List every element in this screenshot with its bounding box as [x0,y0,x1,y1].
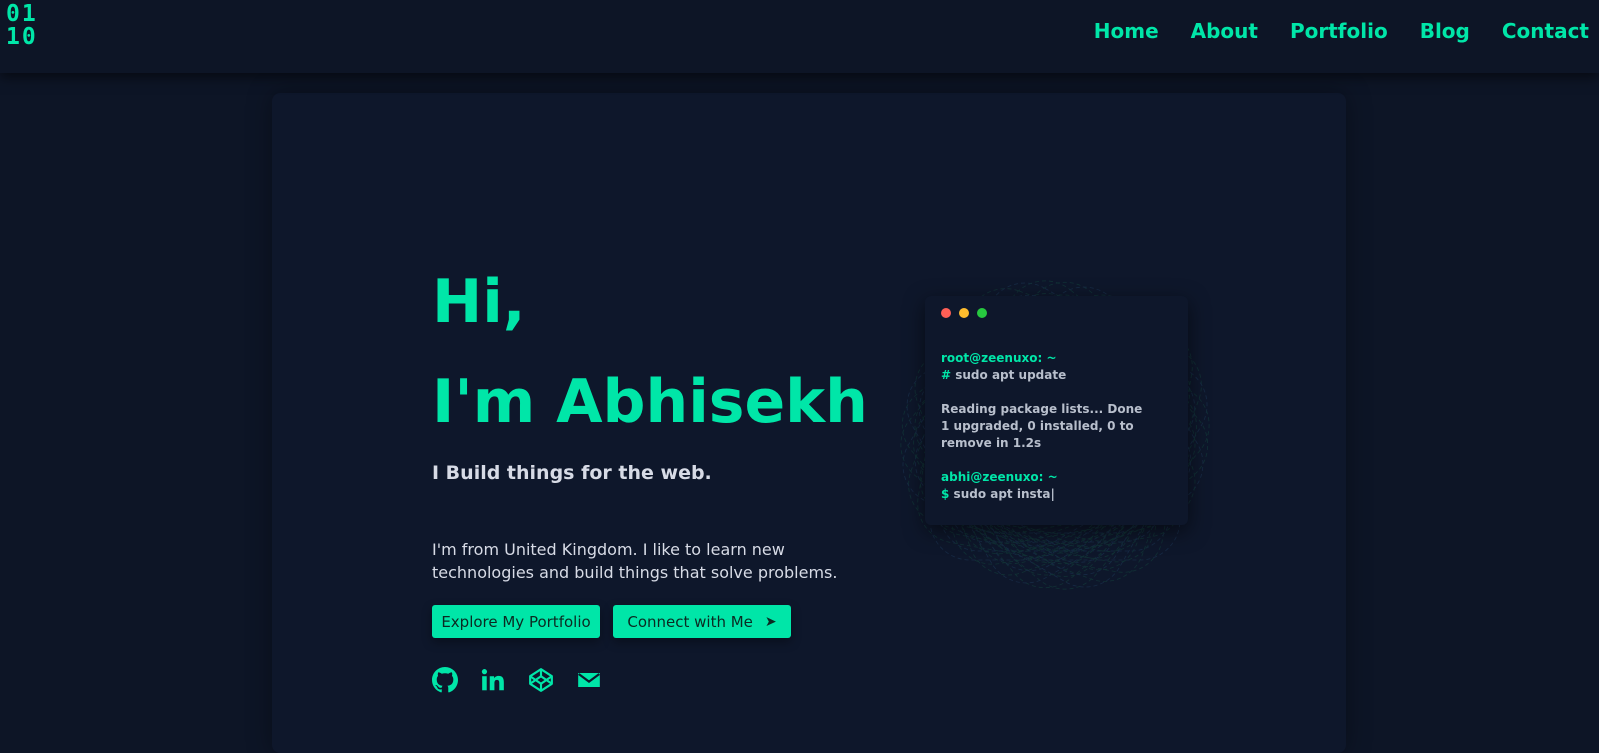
nav-blog[interactable]: Blog [1420,16,1470,46]
send-icon: ➤ [764,613,777,630]
hero-greeting: Hi, [432,267,526,337]
maximize-dot-icon [977,308,987,318]
terminal-command: sudo apt insta| [953,487,1055,501]
terminal-output: root@zeenuxo: ~ # sudo apt update Readin… [941,350,1177,503]
terminal-prompt: # [941,368,952,382]
terminal-output-line: Reading package lists... Done [941,402,1143,416]
terminal-command-line: $ sudo apt insta| [941,486,1177,503]
hero-name: I'm Abhisekh [432,367,868,437]
terminal-window: root@zeenuxo: ~ # sudo apt update Readin… [925,296,1188,525]
hero-tagline: I Build things for the web. [432,462,712,484]
linkedin-icon[interactable] [480,667,506,693]
explore-portfolio-button[interactable]: Explore My Portfolio [432,605,600,638]
nav-portfolio[interactable]: Portfolio [1290,16,1388,46]
terminal-command: sudo apt update [955,368,1067,382]
terminal-prompt: $ [941,487,950,501]
terminal-user-line: abhi@zeenuxo: ~ [941,470,1058,484]
connect-with-me-button[interactable]: Connect with Me ➤ [613,605,791,638]
site-logo[interactable]: 01 10 [6,3,38,49]
close-dot-icon [941,308,951,318]
main-nav: Home About Portfolio Blog Contact [1094,16,1589,46]
nav-contact[interactable]: Contact [1502,16,1589,46]
github-icon[interactable] [432,667,458,693]
navbar: 01 10 Home About Portfolio Blog Contact [0,0,1599,73]
codepen-icon[interactable] [528,667,554,693]
connect-with-me-label: Connect with Me [627,612,753,631]
terminal-command-line: # sudo apt update [941,367,1177,384]
logo-line-2: 10 [6,24,38,50]
window-controls [941,308,987,318]
hero-bio: I'm from United Kingdom. I like to learn… [432,540,838,582]
email-icon[interactable] [576,667,602,693]
nav-home[interactable]: Home [1094,16,1159,46]
nav-about[interactable]: About [1191,16,1258,46]
explore-portfolio-label: Explore My Portfolio [441,612,591,631]
terminal-user-line: root@zeenuxo: ~ [941,351,1057,365]
minimize-dot-icon [959,308,969,318]
terminal-output-line: 1 upgraded, 0 installed, 0 to remove in … [941,419,1134,450]
social-links [432,667,602,693]
